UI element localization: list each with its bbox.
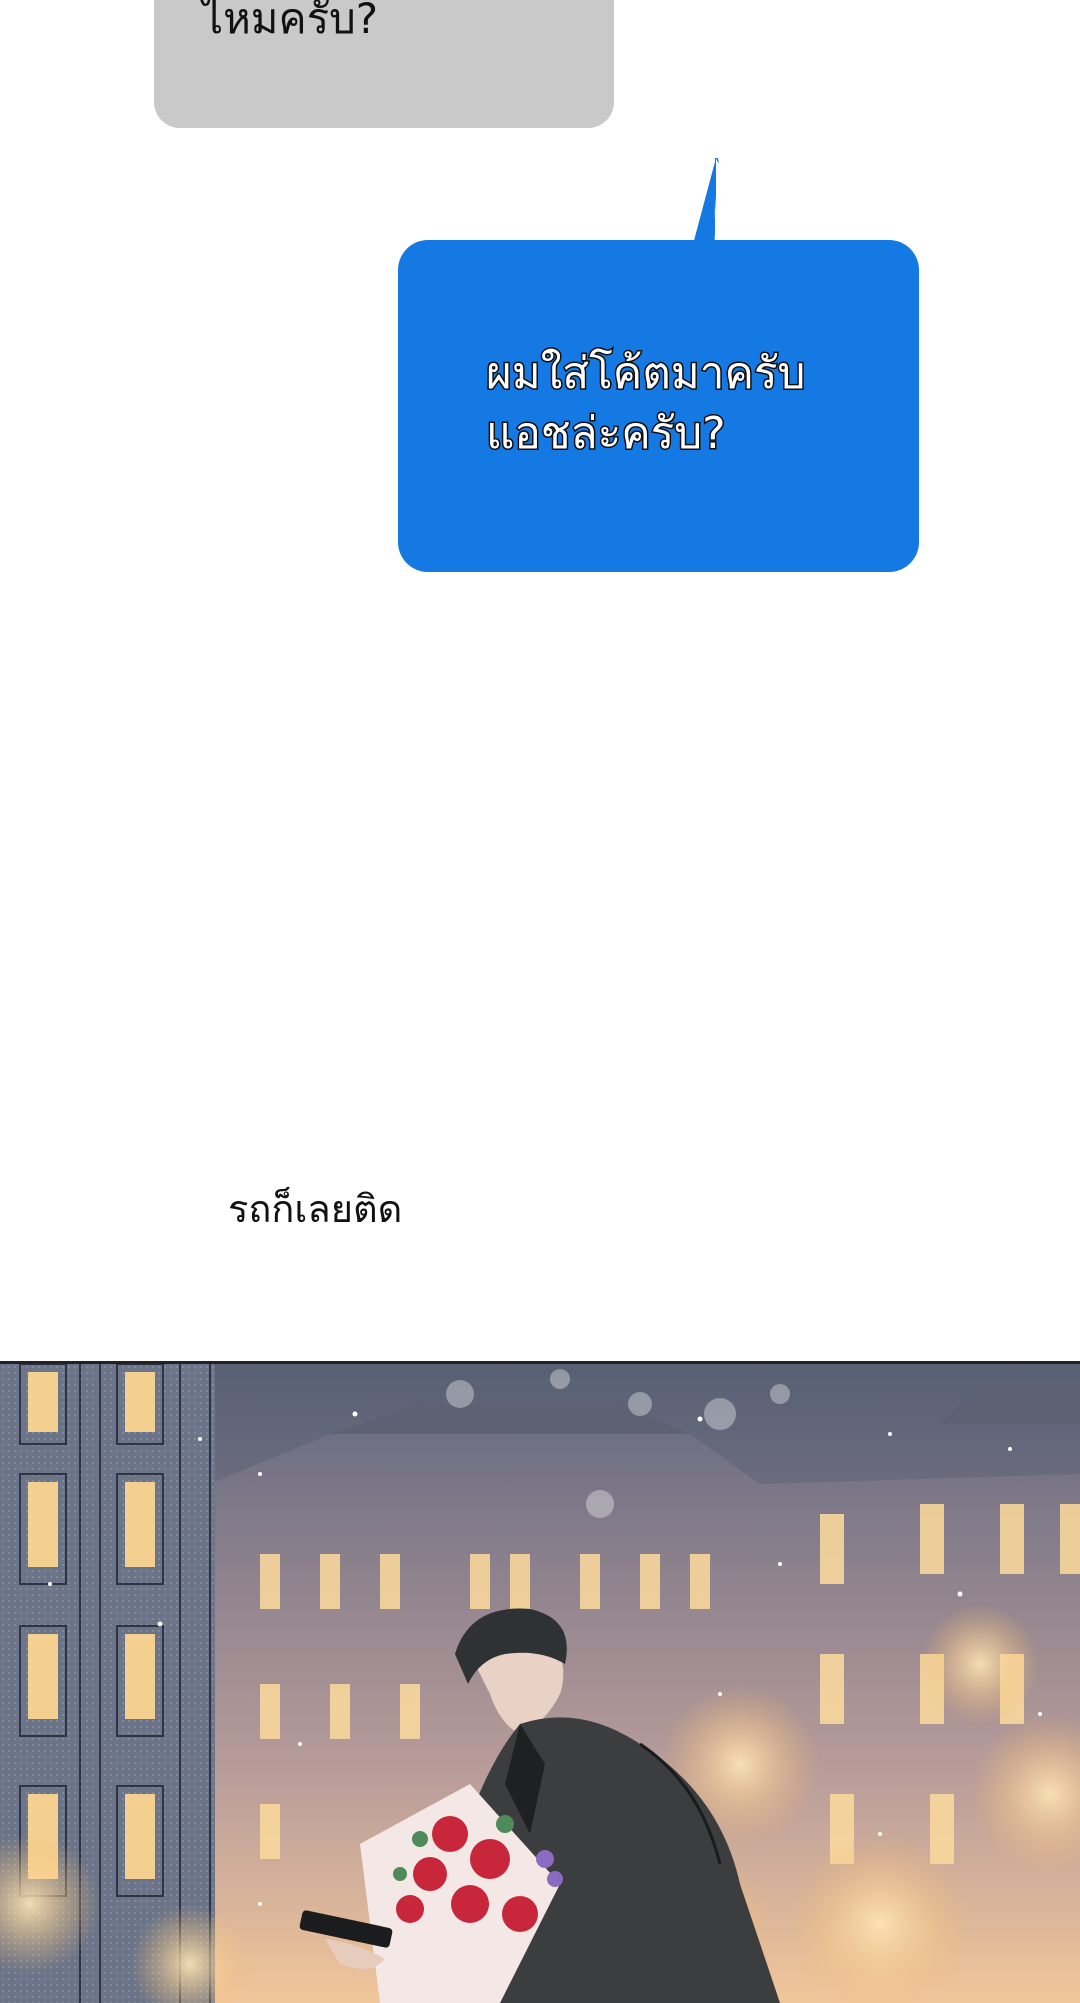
comic-panel [0, 1361, 1080, 2003]
speech-bubble-tail-icon [692, 158, 719, 248]
blue-bubble-line-2: แอชล่ะครับ? [484, 407, 727, 461]
narration-caption: รถก็เลยติด [228, 1187, 403, 1231]
man-with-bouquet-scene-icon [0, 1364, 1080, 2003]
gray-bubble-text: ไหมครับ? [202, 0, 379, 43]
blue-bubble-line-1: ผมใส่โค้ตมาครับ [484, 347, 806, 401]
blue-bubble-text: ผมใส่โค้ตมาครับแอชล่ะครับ? [484, 344, 806, 464]
